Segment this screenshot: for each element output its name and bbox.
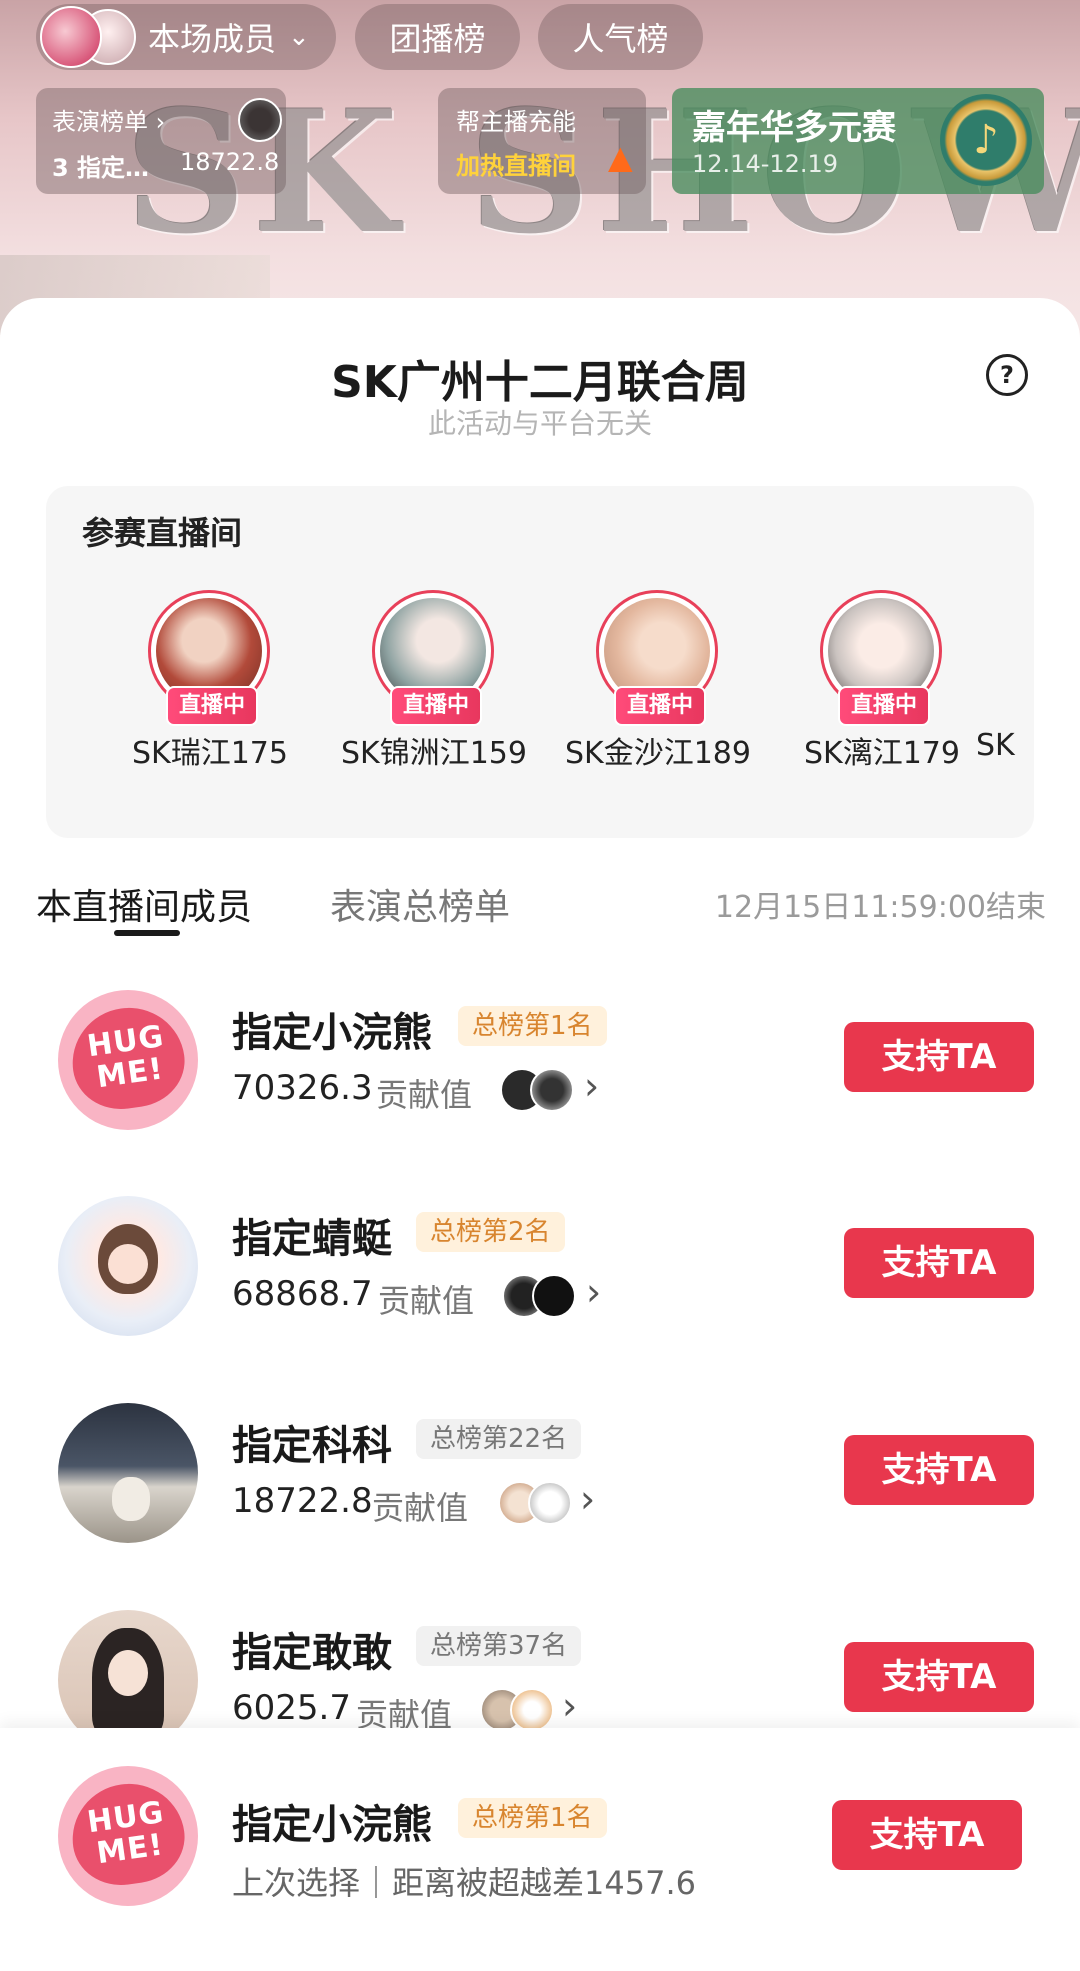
rank-badge: 总榜第37名 bbox=[416, 1626, 582, 1666]
selection-status: 上次选择｜距离被超越差1457.6 bbox=[232, 1864, 696, 1902]
contribution-label: 贡献值 bbox=[378, 1282, 475, 1320]
room-item[interactable]: 直播中 SK金沙江189 bbox=[546, 590, 770, 820]
carnival-title: 嘉年华多元赛 bbox=[692, 108, 896, 148]
performance-score: 18722.8 bbox=[180, 148, 280, 176]
avatar-face-shape bbox=[108, 1244, 148, 1284]
live-badge: 直播中 bbox=[390, 686, 482, 726]
selected-member-name: 指定小浣熊 bbox=[232, 1802, 432, 1848]
chevron-right-icon[interactable]: › bbox=[562, 1684, 577, 1728]
members-label: 本场成员 bbox=[148, 20, 277, 58]
team-ranking-button[interactable]: 团播榜 bbox=[355, 4, 520, 70]
members-dropdown[interactable]: 本场成员 ⌄ bbox=[36, 4, 336, 70]
participating-rooms-card: 参赛直播间 直播中 SK瑞江175 直播中 SK锦洲江159 直播中 SK金沙江… bbox=[46, 486, 1034, 838]
member-avatar[interactable]: HUG ME! bbox=[58, 990, 198, 1130]
top-fan-avatar bbox=[238, 98, 282, 142]
music-note-badge-icon: ♪ bbox=[940, 94, 1032, 186]
help-icon[interactable]: ? bbox=[986, 354, 1028, 396]
support-button[interactable]: 支持TA bbox=[844, 1642, 1034, 1712]
chevron-right-icon: › bbox=[155, 108, 166, 136]
live-badge: 直播中 bbox=[614, 686, 706, 726]
tab-performance-total[interactable]: 表演总榜单 bbox=[330, 878, 510, 930]
boost-stream-card[interactable]: 帮主播充能 加热直播间 ▲ bbox=[438, 88, 646, 194]
fan-avatar bbox=[528, 1481, 572, 1525]
chevron-down-icon: ⌄ bbox=[288, 22, 310, 52]
fan-avatar bbox=[532, 1274, 576, 1318]
member-row[interactable]: HUG ME! 指定小浣熊 总榜第1名 70326.3 贡献值 › 支持TA bbox=[0, 990, 1080, 1140]
top-fans-avatars[interactable] bbox=[480, 1688, 560, 1732]
live-room-backdrop: SK SHOW 本场成员 ⌄ 团播榜 人气榜 表演榜单 › 3 指定… 1872… bbox=[0, 0, 1080, 340]
event-panel: SK广州十二月联合周 此活动与平台无关 ? 参赛直播间 直播中 SK瑞江175 … bbox=[0, 298, 1080, 1971]
contribution-score: 18722.8 bbox=[232, 1481, 373, 1521]
fan-avatar bbox=[510, 1688, 554, 1732]
member-row[interactable]: 指定科科 总榜第22名 18722.8 贡献值 › 支持TA bbox=[0, 1403, 1080, 1553]
member-avatar[interactable] bbox=[58, 1196, 198, 1336]
member-name: 指定小浣熊 bbox=[232, 1010, 432, 1056]
rooms-header: 参赛直播间 bbox=[82, 514, 243, 552]
member-row[interactable]: 指定蜻蜓 总榜第2名 68868.7 贡献值 › 支持TA bbox=[0, 1196, 1080, 1346]
room-name: SK瑞江175 bbox=[132, 736, 288, 771]
rank-badge: 总榜第1名 bbox=[458, 1006, 607, 1046]
support-button[interactable]: 支持TA bbox=[844, 1228, 1034, 1298]
room-item[interactable]: 直播中 SK锦洲江159 bbox=[322, 590, 546, 820]
support-button[interactable]: 支持TA bbox=[844, 1435, 1034, 1505]
avatar-pet-shape bbox=[112, 1477, 150, 1521]
support-button[interactable]: 支持TA bbox=[844, 1022, 1034, 1092]
chevron-right-icon[interactable]: › bbox=[586, 1270, 601, 1314]
popularity-ranking-button[interactable]: 人气榜 bbox=[538, 4, 703, 70]
live-badge: 直播中 bbox=[838, 686, 930, 726]
contribution-score: 6025.7 bbox=[232, 1688, 351, 1728]
contribution-score: 70326.3 bbox=[232, 1068, 373, 1108]
boost-line-1: 帮主播充能 bbox=[456, 108, 576, 136]
top-fans-avatars[interactable] bbox=[500, 1068, 580, 1112]
rank-badge: 总榜第2名 bbox=[416, 1212, 565, 1252]
performance-ranking-title: 表演榜单 › bbox=[52, 108, 166, 136]
my-selection-bar: HUG ME! 指定小浣熊 总榜第1名 上次选择｜距离被超越差1457.6 支持… bbox=[0, 1728, 1080, 1971]
top-fans-avatars[interactable] bbox=[502, 1274, 582, 1318]
member-name: 指定敢敢 bbox=[232, 1630, 392, 1676]
event-disclaimer: 此活动与平台无关 bbox=[427, 407, 652, 440]
contribution-label: 贡献值 bbox=[376, 1076, 473, 1114]
hug-me-heart: HUG ME! bbox=[65, 1776, 191, 1892]
chevron-right-icon[interactable]: › bbox=[580, 1477, 595, 1521]
room-item-partial[interactable]: SK bbox=[966, 590, 1034, 820]
room-item[interactable]: 直播中 SK瑞江175 bbox=[98, 590, 322, 820]
event-title: SK广州十二月联合周 bbox=[331, 357, 749, 408]
member-name: 指定蜻蜓 bbox=[232, 1216, 392, 1262]
hug-me-heart: HUG ME! bbox=[65, 1000, 191, 1116]
performance-rank: 3 指定… bbox=[52, 154, 150, 182]
carnival-dates: 12.14-12.19 bbox=[692, 150, 839, 178]
support-button[interactable]: 支持TA bbox=[832, 1800, 1022, 1870]
member-avatar-small bbox=[40, 6, 102, 68]
selected-member-avatar[interactable]: HUG ME! bbox=[58, 1766, 198, 1906]
active-tab-indicator bbox=[114, 930, 180, 936]
room-item[interactable]: 直播中 SK漓江179 bbox=[770, 590, 994, 820]
avatar-face-shape bbox=[108, 1650, 148, 1696]
end-time: 12月15日11:59:00结束 bbox=[714, 890, 1046, 925]
chevron-right-icon[interactable]: › bbox=[584, 1064, 599, 1108]
fire-icon: ▲ bbox=[608, 138, 633, 176]
fan-avatar bbox=[530, 1068, 574, 1112]
member-avatar[interactable] bbox=[58, 1403, 198, 1543]
contribution-score: 68868.7 bbox=[232, 1274, 373, 1314]
room-name: SK锦洲江159 bbox=[341, 736, 527, 771]
member-name: 指定科科 bbox=[232, 1423, 392, 1469]
room-name: SK金沙江189 bbox=[565, 736, 751, 771]
room-name: SK bbox=[976, 728, 1015, 763]
live-badge: 直播中 bbox=[166, 686, 258, 726]
boost-line-2: 加热直播间 bbox=[456, 152, 576, 180]
top-fans-avatars[interactable] bbox=[498, 1481, 578, 1525]
contribution-label: 贡献值 bbox=[372, 1489, 469, 1527]
tab-room-members[interactable]: 本直播间成员 bbox=[36, 878, 252, 930]
rank-badge: 总榜第22名 bbox=[416, 1419, 582, 1459]
rank-badge: 总榜第1名 bbox=[458, 1798, 607, 1838]
performance-ranking-card[interactable]: 表演榜单 › 3 指定… 18722.8 bbox=[36, 88, 286, 194]
carnival-contest-banner[interactable]: 嘉年华多元赛 12.14-12.19 ♪ bbox=[672, 88, 1044, 194]
room-name: SK漓江179 bbox=[804, 736, 960, 771]
